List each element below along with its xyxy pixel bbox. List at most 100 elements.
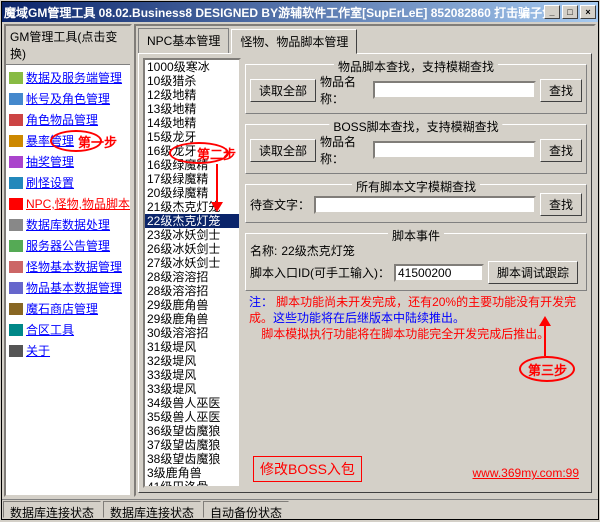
sidebar-item-0[interactable]: 数据及服务端管理 xyxy=(7,67,129,88)
list-item[interactable]: 29级鹿角兽 xyxy=(145,312,239,326)
list-item[interactable]: 29级鹿角兽 xyxy=(145,298,239,312)
sidebar-icon xyxy=(9,156,23,168)
sidebar-item-label: 合区工具 xyxy=(26,321,74,338)
label-search-text: 待查文字： xyxy=(250,196,310,213)
find-button-1[interactable]: 查找 xyxy=(540,79,582,102)
statusbar: 数据库连接状态 数据库连接状态 自动备份状态 xyxy=(2,499,598,519)
script-id-input[interactable] xyxy=(394,264,484,282)
sidebar-item-8[interactable]: 服务器公告管理 xyxy=(7,235,129,256)
list-item[interactable]: 1000级寒冰 xyxy=(145,60,239,74)
sidebar-item-label: 暴率管理 xyxy=(26,132,74,149)
list-item[interactable]: 15级龙牙 xyxy=(145,130,239,144)
sidebar-item-2[interactable]: 角色物品管理 xyxy=(7,109,129,130)
list-item[interactable]: 38级望齿魔狼 xyxy=(145,452,239,466)
tab-npc-basic[interactable]: NPC基本管理 xyxy=(138,28,229,53)
sidebar-item-label: 关于 xyxy=(26,342,50,359)
list-item[interactable]: 41级巴洛骨 xyxy=(145,480,239,486)
list-item[interactable]: 33级堤风 xyxy=(145,368,239,382)
read-all-button-2[interactable]: 读取全部 xyxy=(250,139,316,162)
note-text: 注： 脚本功能尚未开发完成，还有20%的主要功能没有开发完成。这些功能将在后继版… xyxy=(245,295,587,343)
sidebar-item-label: 魔石商店管理 xyxy=(26,300,98,317)
sidebar: GM管理工具(点击变换) 数据及服务端管理帐号及角色管理角色物品管理暴率管理抽奖… xyxy=(4,24,132,497)
list-item[interactable]: 35级兽人巫医 xyxy=(145,410,239,424)
sidebar-item-5[interactable]: 刷怪设置 xyxy=(7,172,129,193)
list-item[interactable]: 26级冰妖剑士 xyxy=(145,242,239,256)
sidebar-item-label: 数据及服务端管理 xyxy=(26,69,122,86)
list-item[interactable]: 33级堤风 xyxy=(145,382,239,396)
list-item[interactable]: 32级堤风 xyxy=(145,354,239,368)
list-item[interactable]: 20级绿魔精 xyxy=(145,186,239,200)
annotation-circle-3 xyxy=(519,356,575,382)
group-title: 所有脚本文字模糊查找 xyxy=(352,178,480,195)
list-item[interactable]: 27级冰妖剑士 xyxy=(145,256,239,270)
list-item[interactable]: 31级堤风 xyxy=(145,340,239,354)
value-name: 22级杰克灯笼 xyxy=(281,242,354,259)
find-button-3[interactable]: 查找 xyxy=(540,193,582,216)
list-item[interactable]: 16级绿魔精 xyxy=(145,158,239,172)
sidebar-item-label: 角色物品管理 xyxy=(26,111,98,128)
read-all-button-1[interactable]: 读取全部 xyxy=(250,79,316,102)
sidebar-item-label: 抽奖管理 xyxy=(26,153,74,170)
list-item[interactable]: 28级溶溶招 xyxy=(145,284,239,298)
window-title: 魔域GM管理工具 08.02.Business8 DESIGNED BY游辅软件… xyxy=(4,4,544,21)
content-panel: NPC基本管理 怪物、物品脚本管理 1000级寒冰10级猎杀12级地精13级地精… xyxy=(134,24,596,497)
search-text-input[interactable] xyxy=(314,196,536,214)
list-item[interactable]: 3级鹿角兽 xyxy=(145,466,239,480)
sidebar-item-11[interactable]: 魔石商店管理 xyxy=(7,298,129,319)
list-item[interactable]: 37级望齿魔狼 xyxy=(145,438,239,452)
close-button[interactable]: × xyxy=(580,5,596,19)
sidebar-item-3[interactable]: 暴率管理 xyxy=(7,130,129,151)
list-item[interactable]: 21级杰克灯笼 xyxy=(145,200,239,214)
maximize-button[interactable]: □ xyxy=(562,5,578,19)
sidebar-item-10[interactable]: 物品基本数据管理 xyxy=(7,277,129,298)
sidebar-item-label: 物品基本数据管理 xyxy=(26,279,122,296)
list-item[interactable]: 36级望齿魔狼 xyxy=(145,424,239,438)
item-listbox[interactable]: 1000级寒冰10级猎杀12级地精13级地精14级地精15级龙牙16级龙牙16级… xyxy=(143,58,241,488)
find-button-2[interactable]: 查找 xyxy=(540,139,582,162)
list-item[interactable]: 12级地精 xyxy=(145,88,239,102)
sidebar-icon xyxy=(9,303,23,315)
sidebar-item-12[interactable]: 合区工具 xyxy=(7,319,129,340)
list-item[interactable]: 28级溶溶招 xyxy=(145,270,239,284)
group-item-search: 物品脚本查找，支持模糊查找 读取全部 物品名称： 查找 xyxy=(245,64,587,114)
sidebar-icon xyxy=(9,114,23,126)
sidebar-item-9[interactable]: 怪物基本数据管理 xyxy=(7,256,129,277)
status-backup: 自动备份状态 xyxy=(203,501,289,518)
sidebar-item-6[interactable]: NPC,怪物,物品脚本 xyxy=(7,193,129,214)
sidebar-icon xyxy=(9,282,23,294)
sidebar-icon xyxy=(9,219,23,231)
sidebar-item-7[interactable]: 数据库数据处理 xyxy=(7,214,129,235)
sidebar-item-1[interactable]: 帐号及角色管理 xyxy=(7,88,129,109)
list-item[interactable]: 14级地精 xyxy=(145,116,239,130)
sidebar-icon xyxy=(9,72,23,84)
minimize-button[interactable]: _ xyxy=(544,5,560,19)
list-item[interactable]: 30级溶溶招 xyxy=(145,326,239,340)
list-item[interactable]: 16级龙牙 xyxy=(145,144,239,158)
sidebar-item-4[interactable]: 抽奖管理 xyxy=(7,151,129,172)
item-name-input-1[interactable] xyxy=(373,81,536,99)
sidebar-item-label: 帐号及角色管理 xyxy=(26,90,110,107)
list-item[interactable]: 10级猎杀 xyxy=(145,74,239,88)
group-title: 脚本事件 xyxy=(388,227,444,244)
label-script-id: 脚本入口ID(可手工输入)： xyxy=(250,264,390,281)
list-item[interactable]: 23级冰妖剑士 xyxy=(145,228,239,242)
sidebar-item-13[interactable]: 关于 xyxy=(7,340,129,361)
item-name-input-2[interactable] xyxy=(373,141,536,159)
list-item[interactable]: 17级绿魔精 xyxy=(145,172,239,186)
sidebar-icon xyxy=(9,135,23,147)
script-debug-button[interactable]: 脚本调试跟踪 xyxy=(488,261,578,284)
group-boss-search: BOSS脚本查找，支持模糊查找 读取全部 物品名称： 查找 xyxy=(245,124,587,174)
tab-monster-item-script[interactable]: 怪物、物品脚本管理 xyxy=(231,29,357,54)
label-name: 名称: xyxy=(250,242,277,259)
sidebar-icon xyxy=(9,198,23,210)
label-item-name-1: 物品名称： xyxy=(320,73,369,107)
status-db-1: 数据库连接状态 xyxy=(3,501,101,518)
list-item[interactable]: 22级杰克灯笼 xyxy=(145,214,239,228)
list-item[interactable]: 34级兽人巫医 xyxy=(145,396,239,410)
titlebar: 魔域GM管理工具 08.02.Business8 DESIGNED BY游辅软件… xyxy=(2,2,598,22)
annotation-step3: 第三步 xyxy=(528,360,567,379)
list-item[interactable]: 13级地精 xyxy=(145,102,239,116)
sidebar-icon xyxy=(9,93,23,105)
sidebar-item-label: 服务器公告管理 xyxy=(26,237,110,254)
sidebar-icon xyxy=(9,240,23,252)
